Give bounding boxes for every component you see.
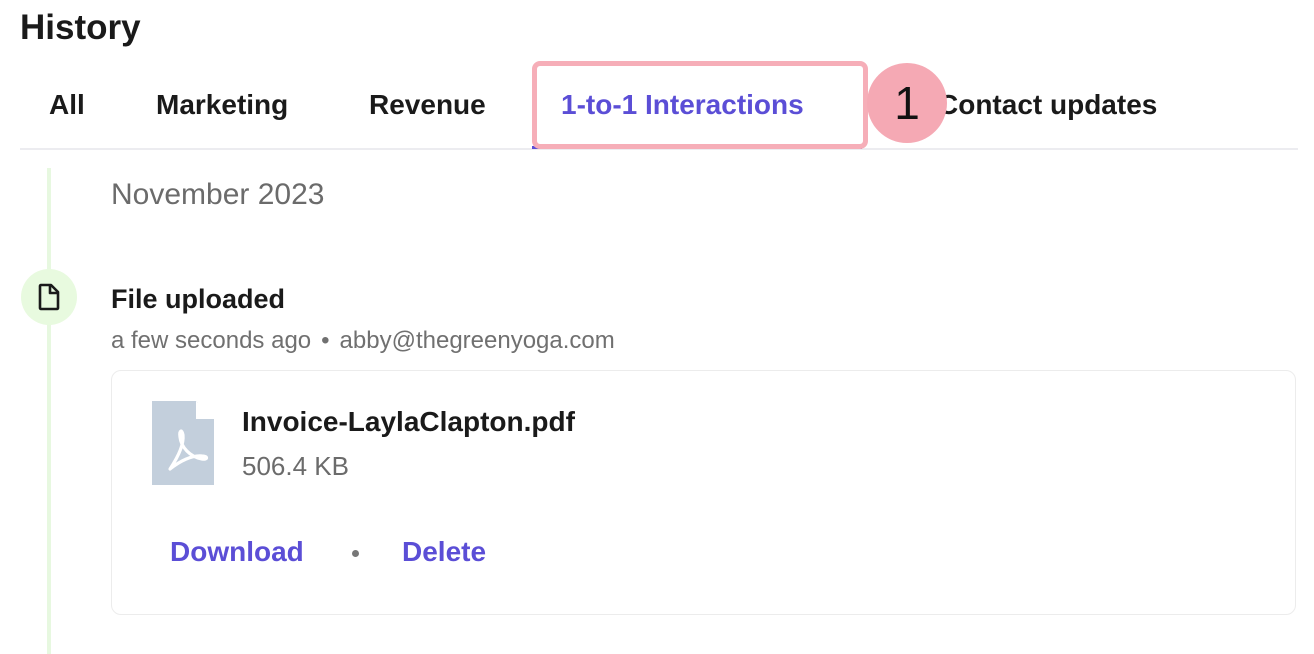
event-icon-badge [21, 269, 77, 325]
tab-1-to-1-interactions[interactable]: 1-to-1 Interactions [561, 62, 804, 148]
tab-marketing[interactable]: Marketing [156, 62, 288, 148]
tab-all[interactable]: All [49, 62, 85, 148]
tab-contact-updates[interactable]: Contact updates [938, 62, 1157, 148]
event-time: a few seconds ago [111, 327, 312, 354]
delete-link[interactable]: Delete [402, 534, 486, 570]
event-title: File uploaded [111, 284, 286, 314]
page-title: History [20, 8, 141, 47]
timeline-month-heading: November 2023 [111, 178, 325, 211]
event-meta: a few seconds ago • abby@thegreenyoga.com [111, 325, 615, 357]
event-user: abby@thegreenyoga.com [339, 327, 615, 354]
file-card: Invoice-LaylaClapton.pdf 506.4 KB Downlo… [111, 370, 1296, 615]
download-link[interactable]: Download [170, 534, 304, 570]
active-tab-indicator [532, 146, 862, 149]
file-name: Invoice-LaylaClapton.pdf [242, 406, 575, 437]
file-size: 506.4 KB [242, 451, 349, 481]
meta-separator: • [321, 327, 330, 354]
action-separator [352, 550, 359, 557]
file-icon [38, 283, 60, 311]
timeline-line [47, 168, 51, 654]
step-number-badge: 1 [867, 63, 947, 143]
tab-revenue[interactable]: Revenue [369, 62, 486, 148]
history-page: History All Marketing Revenue 1-to-1 Int… [0, 0, 1314, 654]
history-tabs: All Marketing Revenue 1-to-1 Interaction… [20, 61, 1298, 150]
pdf-file-icon [152, 401, 214, 485]
